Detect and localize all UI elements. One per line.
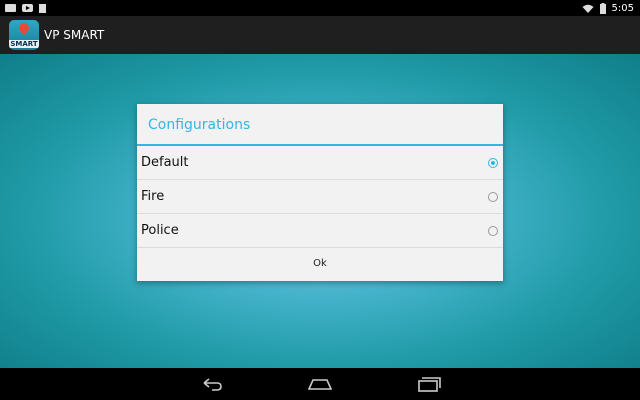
- mail-icon: [5, 4, 16, 12]
- option-default[interactable]: Default: [137, 146, 503, 180]
- option-fire[interactable]: Fire: [137, 180, 503, 214]
- navigation-bar: [0, 368, 640, 400]
- option-police[interactable]: Police: [137, 214, 503, 248]
- radio-police[interactable]: [488, 225, 498, 236]
- app-bar: SMART VP SMART: [0, 16, 640, 54]
- home-icon[interactable]: [308, 375, 332, 393]
- sd-card-icon: [39, 3, 46, 13]
- youtube-icon: [22, 4, 33, 12]
- app-logo-text: SMART: [9, 40, 39, 48]
- app-title: VP SMART: [44, 28, 105, 42]
- map-pin-icon: [16, 20, 32, 36]
- app-logo-icon[interactable]: SMART: [9, 20, 39, 50]
- configurations-dialog: Configurations Default Fire Police Ok: [137, 104, 503, 281]
- status-bar: 5:05: [0, 0, 640, 16]
- status-time: 5:05: [611, 2, 634, 14]
- radio-default[interactable]: [488, 157, 498, 168]
- status-system: 5:05: [582, 0, 634, 18]
- status-notifications: [5, 3, 46, 13]
- option-label: Police: [141, 223, 179, 238]
- recent-apps-icon[interactable]: [417, 375, 441, 393]
- main-background: Configurations Default Fire Police Ok: [0, 54, 640, 368]
- ok-button[interactable]: Ok: [137, 248, 503, 280]
- option-label: Default: [141, 155, 189, 170]
- device-screen: 5:05 SMART VP SMART Configurations Defau…: [0, 0, 640, 400]
- radio-fire[interactable]: [488, 191, 498, 202]
- back-icon[interactable]: [200, 375, 224, 393]
- dialog-title: Configurations: [137, 104, 503, 146]
- wifi-icon: [582, 0, 594, 18]
- option-label: Fire: [141, 189, 165, 204]
- battery-icon: [599, 0, 606, 18]
